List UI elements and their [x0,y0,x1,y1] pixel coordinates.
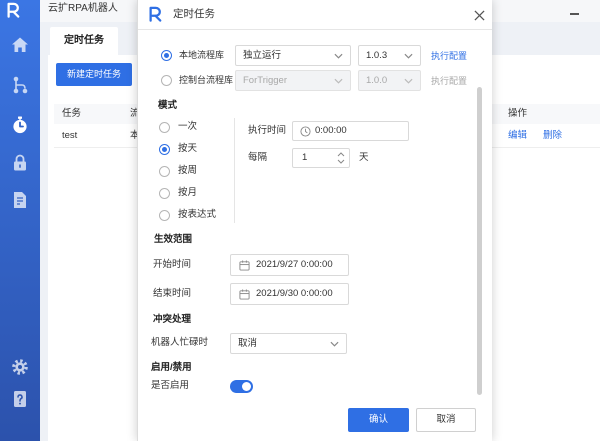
robot-busy-select[interactable]: 取消 [230,333,347,354]
mode-option-expression[interactable]: 按表达式 [159,208,224,222]
lock-icon [10,153,30,173]
console-version-value: 1.0.0 [366,75,388,86]
sidebar-item-settings[interactable] [10,357,30,377]
run-mode-select[interactable]: 独立运行 [235,45,351,66]
calendar-icon [239,260,250,271]
flow-tree-icon [10,75,30,95]
sidebar-item-help[interactable] [10,389,30,409]
radio-local[interactable] [161,49,172,61]
start-time-label: 开始时间 [153,259,192,270]
source-label-local: 本地流程库 [179,50,225,60]
end-time-value: 2021/9/30 0:00:00 [256,288,333,299]
exec-time-input[interactable]: 0:00:00 [292,121,409,141]
radio-once[interactable] [159,121,170,133]
edit-link[interactable]: 编辑 [508,124,527,148]
start-time-input[interactable]: 2021/9/27 0:00:00 [230,254,349,276]
source-option-console[interactable]: 控制台流程库 [161,73,234,87]
column-header-actions: 操作 [508,108,528,119]
version-value: 1.0.3 [366,50,388,61]
help-document-icon [10,389,30,409]
toggle-knob [242,382,251,391]
interval-value: 1 [302,152,308,163]
gear-icon [10,357,30,377]
robot-busy-value: 取消 [238,338,258,349]
close-icon[interactable] [474,10,485,21]
mode-option-monthly[interactable]: 按月 [159,186,219,200]
radio-daily[interactable] [159,143,170,155]
schedule-dialog: 定时任务 本地流程库 独立运行 1.0.3 执行配置 控制台流程库 ForTri… [137,0,492,441]
exec-config-link[interactable]: 执行配置 [431,49,467,63]
dialog-title: 定时任务 [173,8,215,20]
mode-option-daily[interactable]: 按天 [159,142,219,156]
chevron-down-icon [334,78,343,84]
radio-expression[interactable] [159,209,170,221]
delete-link[interactable]: 删除 [543,124,562,148]
tab-schedule[interactable]: 定时任务 [50,27,118,55]
robot-busy-label: 机器人忙碌时 [151,337,209,348]
cell-task: test [62,130,78,141]
chevron-down-icon [404,78,413,84]
console-flow-select[interactable]: ForTrigger [235,70,351,91]
chevron-down-icon [404,53,413,59]
radio-weekly[interactable] [159,165,170,177]
source-option-local[interactable]: 本地流程库 [161,48,231,62]
end-time-input[interactable]: 2021/9/30 0:00:00 [230,283,349,305]
stopwatch-icon [10,115,30,135]
mode-label-once: 一次 [178,121,198,132]
home-icon [10,35,30,55]
mode-divider [234,118,235,223]
console-version-select[interactable]: 1.0.0 [358,70,421,91]
exec-time-label: 执行时间 [248,125,287,136]
new-schedule-button[interactable]: 新建定时任务 [56,63,132,86]
sidebar-item-home[interactable] [10,35,30,55]
enable-toggle[interactable] [230,380,253,393]
app-title: 云扩RPA机器人 [48,3,118,14]
mode-heading: 模式 [158,100,178,111]
cancel-button[interactable]: 取消 [416,408,476,432]
source-label-console: 控制台流程库 [179,75,234,85]
version-select[interactable]: 1.0.3 [358,45,421,66]
range-heading: 生效范围 [154,234,193,245]
mode-option-once[interactable]: 一次 [159,120,219,134]
run-mode-value: 独立运行 [243,50,282,61]
document-icon [10,190,30,210]
app-logo-icon [6,1,20,19]
sidebar-item-flow[interactable] [10,75,30,95]
exec-time-value: 0:00:00 [315,125,347,136]
start-time-value: 2021/9/27 0:00:00 [256,259,333,270]
console-flow-value: ForTrigger [243,75,287,86]
interval-unit: 天 [359,152,369,163]
dialog-titlebar: 定时任务 [138,0,492,30]
sidebar-item-log[interactable] [10,190,30,210]
dialog-scrollbar[interactable] [477,87,482,395]
sidebar-item-lock[interactable] [10,153,30,173]
calendar-icon [239,289,250,300]
stepper-arrows-icon[interactable] [337,151,345,165]
interval-label: 每隔 [248,152,268,163]
chevron-down-icon [334,53,343,59]
clock-icon [300,126,311,137]
interval-stepper[interactable]: 1 [292,148,350,168]
radio-console[interactable] [161,74,172,86]
enable-label: 是否启用 [151,380,190,391]
sidebar [0,0,40,441]
end-time-label: 结束时间 [153,288,192,299]
conflict-heading: 冲突处理 [153,314,192,325]
sidebar-item-schedule[interactable] [10,115,30,135]
mode-option-weekly[interactable]: 按周 [159,164,219,178]
minimize-icon[interactable] [570,13,579,15]
enable-heading: 启用/禁用 [151,362,192,373]
mode-label-monthly: 按月 [178,187,198,198]
radio-monthly[interactable] [159,187,170,199]
mode-label-expression: 按表达式 [178,209,217,220]
mode-label-daily: 按天 [178,143,198,154]
confirm-button[interactable]: 确认 [348,408,409,432]
chevron-down-icon [330,341,339,347]
column-header-task: 任务 [62,108,82,119]
r-logo-icon [148,5,162,23]
console-exec-config-link[interactable]: 执行配置 [431,74,467,88]
mode-label-weekly: 按周 [178,165,198,176]
